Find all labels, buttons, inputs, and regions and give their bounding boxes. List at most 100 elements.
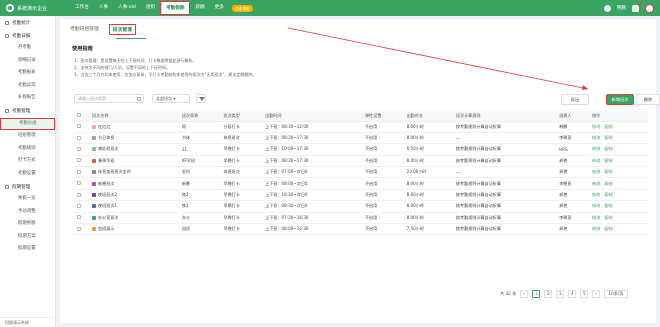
nav-item[interactable]: 工作台 (70, 0, 94, 16)
sidebar-item[interactable]: 假期设置 (0, 243, 55, 256)
page-button[interactable]: 3 (556, 290, 565, 298)
row-actions: 修改 复制 (589, 189, 648, 202)
table-row[interactable]: 休息加班班次金时 金时 休息班次 上下班：07:00~次日0 不启用 23.00小时 — 郝艳… (74, 166, 648, 179)
table-row[interactable]: 加班展示 加班 早晚打卡 上下班：08:00~16:30 不启用 7.50小时 按考勤规则计… (74, 223, 648, 236)
tab[interactable]: 考勤班组管理 (70, 24, 99, 35)
export-button[interactable]: 导出 (561, 94, 589, 105)
row-checkbox[interactable] (77, 215, 81, 220)
search-input[interactable]: 请输入班次搜索 (74, 94, 144, 103)
avatar[interactable] (645, 3, 654, 13)
copy-link[interactable]: 复制 (604, 215, 612, 220)
table-row[interactable]: 春季早班 KF早班 早晚打卡 上下班：08:30~17:30 不启用 8.00小时 按考勤规… (74, 155, 648, 168)
edit-link[interactable]: 修改 (592, 181, 600, 186)
nav-item[interactable]: 组织 (141, 0, 160, 16)
sidebar-group[interactable]: 考勤统计 (0, 16, 55, 29)
page-button[interactable]: 5 (580, 290, 589, 298)
help-icon[interactable] (603, 4, 611, 12)
nav-item[interactable]: 更多 (210, 0, 229, 16)
copy-link[interactable]: 复制 (604, 158, 612, 163)
shift-name: 休息加班班次金时 (98, 169, 131, 175)
row-checkbox[interactable] (77, 146, 81, 151)
edit-link[interactable]: 修改 (592, 226, 600, 231)
edit-link[interactable]: 修改 (592, 146, 600, 151)
switch-demo-system[interactable]: 切换演示系统 (0, 317, 56, 327)
table-row[interactable]: 新晚班次 新晚 早晚打卡 上下班：08:00~次日0 不启用 8.00小时 按考勤规则计算自… (74, 177, 648, 190)
edit-link[interactable]: 修改 (592, 124, 600, 129)
nav-item[interactable]: 考勤假期 (160, 1, 191, 15)
edit-link[interactable]: 修改 (592, 215, 600, 220)
table-row[interactable]: 哺乳假班次 11 早晚打卡 上下班：10:00~17:30 不启用 6.50小时 按考勤规则… (74, 143, 648, 156)
sidebar-group[interactable]: 考勤管理 (0, 105, 55, 118)
nav-item[interactable]: 人事 (94, 0, 113, 16)
sidebar-item[interactable]: 月考勤 (0, 42, 55, 55)
sidebar-item[interactable]: 假期方案 (0, 231, 55, 244)
copy-link[interactable]: 复制 (604, 192, 612, 197)
row-checkbox[interactable] (77, 203, 81, 208)
copy-link[interactable]: 复制 (604, 135, 612, 140)
copy-link[interactable]: 复制 (604, 124, 612, 129)
sidebar-item[interactable]: 补假报告 (0, 92, 55, 105)
page-size-select[interactable]: 10条/页 (604, 290, 628, 298)
notification-icon[interactable] (632, 2, 641, 12)
copy-link[interactable]: 复制 (604, 181, 612, 186)
sidebar-item[interactable]: 打卡方式 (0, 155, 55, 168)
row-checkbox[interactable] (77, 124, 81, 129)
row-actions: 修改 复制 (589, 121, 648, 133)
page-button[interactable]: 4 (568, 290, 577, 298)
table-row[interactable]: 夜班班次2 夜2 早晚打卡 上下班：16:30~次日0 不启用 8.00小时 按考勤规则计算… (74, 189, 648, 202)
sidebar-item[interactable]: 手动调整 (0, 206, 55, 219)
edit-link[interactable]: 修改 (592, 203, 600, 208)
row-checkbox[interactable] (77, 226, 81, 231)
sidebar-item[interactable]: 明细记录 (0, 55, 55, 68)
sidebar-group-label: 考勤管理 (12, 109, 31, 114)
sidebar-item[interactable]: 考勤规则 (0, 143, 55, 156)
table-row[interactable]: 红红红 网分段打卡 上下班：08:30~12:00 不启用 8.00小时 按考勤规则计算自… (74, 121, 648, 133)
add-shift-button[interactable]: 新增班次 (606, 94, 634, 105)
sidebar-group[interactable]: 假期管理 (0, 180, 55, 193)
page-button[interactable]: 1 (532, 290, 541, 298)
column-header: 出勤时长 (403, 111, 453, 122)
sidebar-group[interactable]: 考勤日报 (0, 29, 55, 42)
nav-item[interactable]: 薪酬 (190, 0, 209, 16)
add-shift-label: 新增班次 (611, 97, 629, 102)
row-checkbox[interactable] (77, 169, 81, 174)
cell-flex: 不启用 (361, 223, 404, 236)
sidebar-item[interactable]: 考勤异常 (0, 80, 55, 93)
page-button[interactable]: 2 (544, 290, 553, 298)
user-name[interactable]: 韩鹏 (617, 5, 626, 11)
nav-item[interactable]: 人事-old (113, 0, 141, 16)
cell-type: 早晚打卡 (220, 177, 263, 190)
brand[interactable]: 系统演示企业 (0, 4, 70, 12)
next-page-button[interactable]: › (592, 290, 601, 298)
sidebar-item[interactable]: 假期余额 (0, 218, 55, 231)
copy-link[interactable]: 复制 (604, 146, 612, 151)
guide-text: 1、班次管理：是设置每天的上下班时间、打卡数据将据此进行解析。 2、支持为不同的部… (74, 57, 256, 78)
cell-type: 休息班次 (220, 132, 263, 145)
row-checkbox[interactable] (77, 135, 81, 140)
edit-link[interactable]: 修改 (592, 135, 600, 140)
row-checkbox[interactable] (77, 192, 81, 197)
copy-link[interactable]: 复制 (604, 169, 612, 174)
table-row[interactable]: 夜班班次1 夜1 早晚打卡 上下班：08:30~次日0 不启用 8.00小时 按考勤规则计算… (74, 200, 648, 213)
sidebar-item[interactable]: 考勤分组 (0, 117, 55, 130)
filter-icon[interactable] (196, 94, 206, 103)
row-checkbox[interactable] (77, 181, 81, 186)
delete-button[interactable]: 删除 (636, 94, 660, 105)
select-all-checkbox[interactable] (77, 113, 81, 118)
sidebar-item[interactable]: 考勤设置 (0, 168, 55, 181)
row-checkbox[interactable] (77, 158, 81, 163)
table-row[interactable]: 办公室班次 办公 早晚打卡 上下班：07:30~16:30 不启用 8.00小时 按考勤规则… (74, 212, 648, 225)
edit-link[interactable]: 修改 (592, 169, 600, 174)
promo-badge[interactable]: 点击领取 (231, 4, 254, 12)
shift-filter-select[interactable]: 全部班次 ▾ (152, 94, 190, 103)
sidebar-item[interactable]: 考勤报表 (0, 67, 55, 80)
edit-link[interactable]: 修改 (592, 192, 600, 197)
sidebar-item[interactable]: 班组管理 (0, 130, 55, 143)
copy-link[interactable]: 复制 (604, 226, 612, 231)
table-row[interactable]: 节日休息 节休 休息班次 上下班：08:30~17:30 不启用 8.00小时 — 李朝直 修改… (74, 132, 648, 145)
prev-page-button[interactable]: ‹ (520, 290, 529, 298)
sidebar-item[interactable]: 休假一览 (0, 193, 55, 206)
tab[interactable]: 班次管理 (108, 24, 136, 35)
edit-link[interactable]: 修改 (592, 158, 600, 163)
copy-link[interactable]: 复制 (604, 203, 612, 208)
